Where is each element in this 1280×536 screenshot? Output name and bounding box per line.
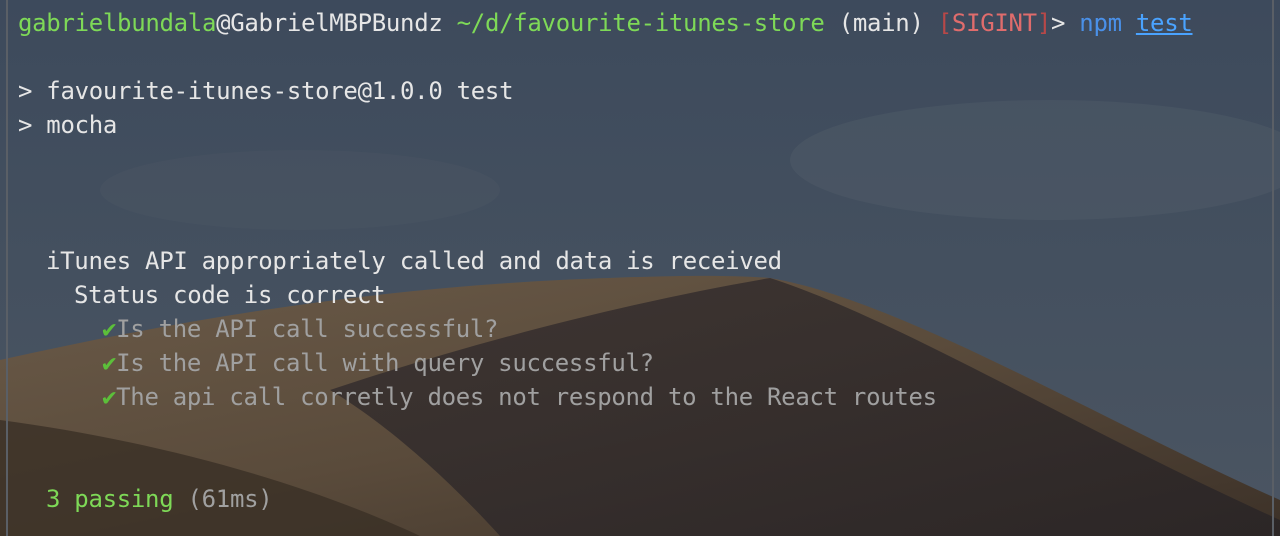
script-header-line-2: > mocha [18, 111, 118, 139]
signal-bracket-close: ] [1036, 9, 1051, 37]
prompt-arrow: > [1050, 9, 1066, 37]
prompt-machine: GabrielMBPBundz [230, 9, 443, 37]
test-result-row: ✔Is the API call with query successful? [102, 346, 654, 380]
test-name: The api call corretly does not respond t… [116, 383, 937, 411]
shell-prompt-line: gabrielbundala@GabrielMBPBundz ~/d/favou… [18, 6, 1193, 40]
subsuite-title: Status code is correct [74, 281, 386, 309]
command-name: npm [1079, 9, 1122, 37]
test-name: Is the API call with query successful? [116, 349, 654, 377]
test-result-row: ✔The api call corretly does not respond … [102, 380, 937, 414]
check-icon: ✔ [102, 315, 117, 343]
prompt-at: @ [216, 9, 231, 37]
prompt-user: gabrielbundala [18, 9, 217, 37]
signal-name: SIGINT [951, 9, 1037, 37]
test-summary-line: 3 passing (61ms) [46, 482, 273, 516]
signal-bracket-open: [ [937, 9, 952, 37]
script-header-line-1: > favourite-itunes-store@1.0.0 test [18, 77, 514, 105]
command-argument-link[interactable]: test [1136, 9, 1193, 37]
check-icon: ✔ [102, 383, 117, 411]
test-name: Is the API call successful? [116, 315, 499, 343]
test-result-row: ✔Is the API call successful? [102, 312, 498, 346]
prompt-branch: (main) [838, 9, 924, 37]
terminal-output[interactable]: gabrielbundala@GabrielMBPBundz ~/d/favou… [0, 0, 1280, 536]
prompt-path: ~/d/favourite-itunes-store [456, 9, 825, 37]
check-icon: ✔ [102, 349, 117, 377]
passing-count: 3 passing [46, 485, 174, 513]
test-duration: (61ms) [187, 485, 273, 513]
suite-title: iTunes API appropriately called and data… [46, 247, 782, 275]
